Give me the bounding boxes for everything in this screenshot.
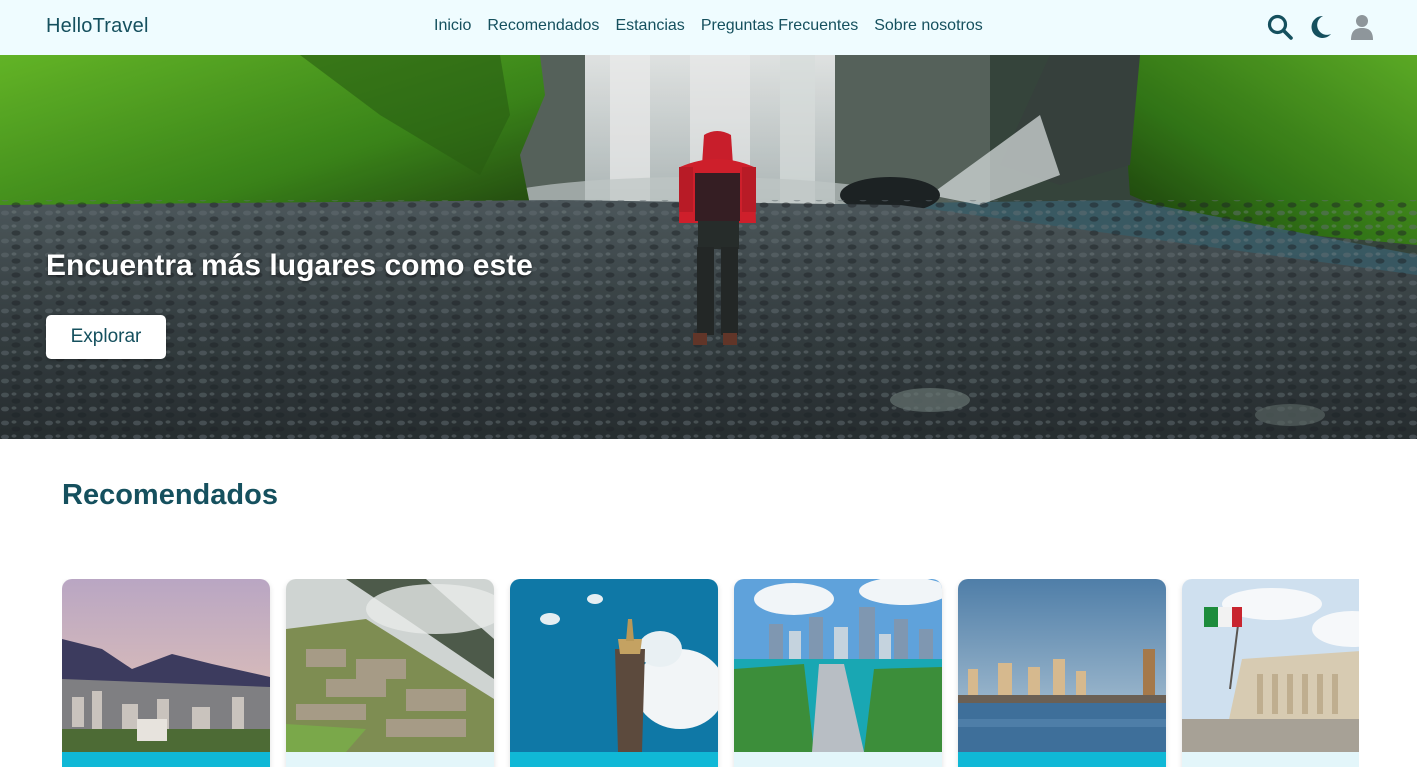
navbar: HelloTravel Inicio Recomendados Estancia… [0, 0, 1417, 55]
nav-link-recomendados[interactable]: Recomendados [487, 17, 599, 35]
nav-link-estancias[interactable]: Estancias [615, 17, 684, 35]
destination-card[interactable] [62, 579, 270, 767]
nav-link-sobre-nosotros[interactable]: Sobre nosotros [874, 17, 983, 35]
destination-image-ancient-ruins [286, 579, 494, 752]
card-footer [958, 752, 1166, 767]
destination-image-coastal-city-bridge [734, 579, 942, 752]
destination-card[interactable] [510, 579, 718, 767]
moon-icon[interactable] [1307, 13, 1334, 41]
search-icon[interactable] [1266, 13, 1293, 41]
brand-logo[interactable]: HelloTravel [46, 15, 149, 38]
card-footer [286, 752, 494, 767]
destination-card[interactable] [734, 579, 942, 767]
nav-link-inicio[interactable]: Inicio [434, 17, 471, 35]
destination-image-classical-monument-flag [1182, 579, 1359, 752]
destination-card[interactable] [286, 579, 494, 767]
card-footer [62, 752, 270, 767]
explore-button[interactable]: Explorar [46, 315, 166, 359]
destination-image-waterfront-skyline [958, 579, 1166, 752]
hero-background-image [0, 55, 1417, 439]
destination-card[interactable] [958, 579, 1166, 767]
nav-icons [1266, 13, 1375, 41]
card-footer [734, 752, 942, 767]
nav-links: Inicio Recomendados Estancias Preguntas … [434, 17, 983, 35]
hero-title: Encuentra más lugares como este [46, 249, 533, 282]
destination-image-mountain-city [62, 579, 270, 752]
recommended-carousel[interactable] [62, 579, 1359, 767]
user-icon[interactable] [1348, 13, 1375, 41]
hero-banner: Encuentra más lugares como este Explorar [0, 55, 1417, 439]
destination-card[interactable] [1182, 579, 1359, 767]
nav-link-preguntas-frecuentes[interactable]: Preguntas Frecuentes [701, 17, 858, 35]
card-footer [510, 752, 718, 767]
recommended-section-title: Recomendados [62, 479, 278, 511]
card-footer [1182, 752, 1359, 767]
destination-image-monument-column [510, 579, 718, 752]
